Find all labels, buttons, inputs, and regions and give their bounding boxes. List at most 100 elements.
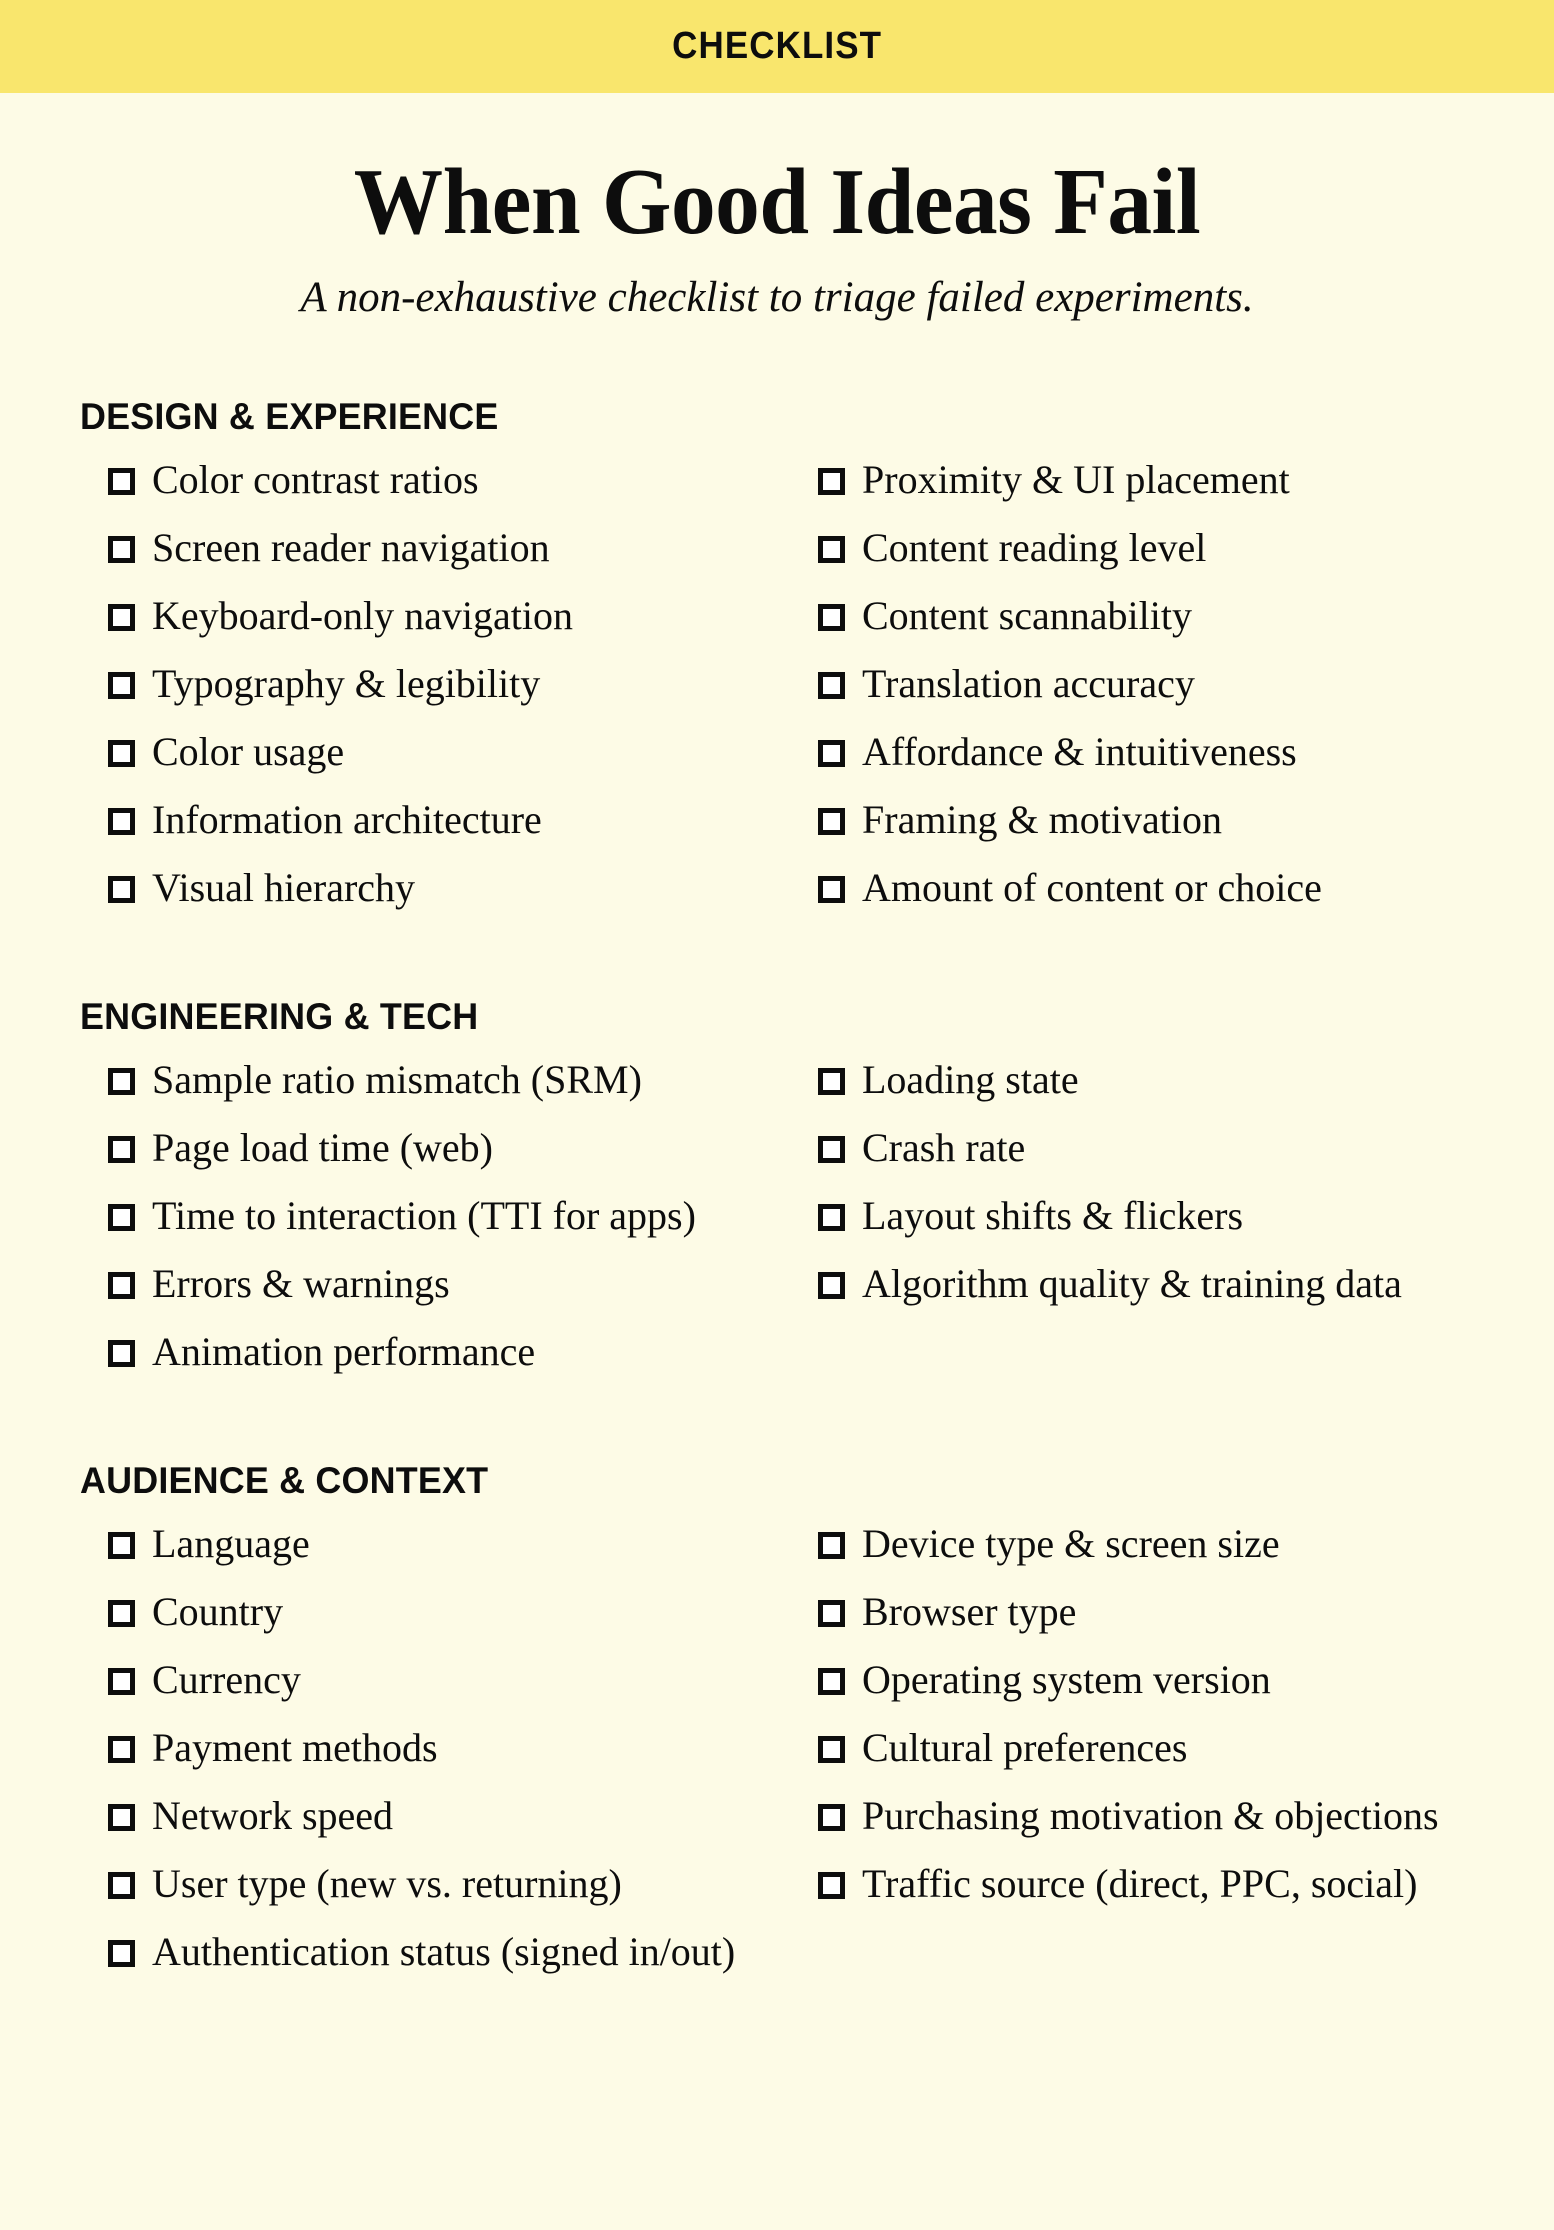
checkbox-icon[interactable] bbox=[108, 1804, 135, 1832]
checklist-item-label: Loading state bbox=[862, 1057, 1079, 1103]
checklist-item[interactable]: Framing & motivation bbox=[818, 792, 1476, 860]
checklist-item[interactable]: Currency bbox=[108, 1652, 818, 1720]
checklist-item[interactable]: Content scannability bbox=[818, 588, 1476, 656]
checklist-item-label: Color usage bbox=[152, 729, 345, 775]
checklist-item[interactable]: Browser type bbox=[818, 1584, 1476, 1652]
checkbox-icon[interactable] bbox=[818, 1804, 845, 1832]
checkbox-icon[interactable] bbox=[108, 1668, 135, 1696]
checklist-item[interactable]: Animation performance bbox=[108, 1324, 818, 1392]
checkbox-icon[interactable] bbox=[108, 468, 135, 496]
checklist-item[interactable]: Language bbox=[108, 1516, 818, 1584]
checkbox-icon[interactable] bbox=[108, 808, 135, 836]
checklist-item-label: Cultural preferences bbox=[862, 1725, 1188, 1771]
checkbox-icon[interactable] bbox=[818, 808, 845, 836]
checkbox-icon[interactable] bbox=[108, 1532, 135, 1560]
checkbox-icon[interactable] bbox=[108, 672, 135, 700]
checklist-item[interactable]: Visual hierarchy bbox=[108, 860, 818, 928]
checklist-item[interactable]: Affordance & intuitiveness bbox=[818, 724, 1476, 792]
checklist-item-label: Typography & legibility bbox=[152, 661, 541, 707]
checkbox-icon[interactable] bbox=[818, 876, 845, 904]
checklist-item-label: Language bbox=[152, 1521, 310, 1567]
checklist-item[interactable]: Device type & screen size bbox=[818, 1516, 1476, 1584]
checkbox-icon[interactable] bbox=[108, 1136, 135, 1164]
checklist-item-label: Framing & motivation bbox=[862, 797, 1222, 843]
checklist-item[interactable]: Errors & warnings bbox=[108, 1256, 818, 1324]
checklist-item-label: Algorithm quality & training data bbox=[862, 1261, 1402, 1307]
checkbox-icon[interactable] bbox=[818, 1872, 845, 1900]
checklist-item-label: Operating system version bbox=[862, 1657, 1271, 1703]
checkbox-icon[interactable] bbox=[818, 468, 845, 496]
checkbox-icon[interactable] bbox=[108, 1272, 135, 1300]
checklist-item-label: Crash rate bbox=[862, 1125, 1026, 1171]
checklist-item[interactable]: Screen reader navigation bbox=[108, 520, 818, 588]
checkbox-icon[interactable] bbox=[108, 1340, 135, 1368]
checklist-item[interactable]: Loading state bbox=[818, 1052, 1476, 1120]
checkbox-icon[interactable] bbox=[108, 1068, 135, 1096]
checkbox-icon[interactable] bbox=[108, 1940, 135, 1968]
checklist-item[interactable]: Time to interaction (TTI for apps) bbox=[108, 1188, 818, 1256]
checklist-item[interactable]: Sample ratio mismatch (SRM) bbox=[108, 1052, 818, 1120]
checklist-item[interactable]: Algorithm quality & training data bbox=[818, 1256, 1476, 1324]
checkbox-icon[interactable] bbox=[818, 1272, 845, 1300]
checklist-item-label: Authentication status (signed in/out) bbox=[152, 1929, 736, 1975]
checkbox-icon[interactable] bbox=[818, 1204, 845, 1232]
checkbox-icon[interactable] bbox=[108, 536, 135, 564]
checklist-item[interactable]: Country bbox=[108, 1584, 818, 1652]
checklist-item[interactable]: User type (new vs. returning) bbox=[108, 1856, 818, 1924]
section-columns: Language Country Currency Payment methods Ne… bbox=[108, 1516, 1476, 1992]
checklist-item[interactable]: Authentication status (signed in/out) bbox=[108, 1924, 818, 1992]
checklist-column-left: Sample ratio mismatch (SRM) Page load tim… bbox=[108, 1052, 818, 1392]
checkbox-icon[interactable] bbox=[108, 1872, 135, 1900]
checkbox-icon[interactable] bbox=[108, 740, 135, 768]
checklist-item[interactable]: Layout shifts & flickers bbox=[818, 1188, 1476, 1256]
checklist-item-label: Screen reader navigation bbox=[152, 525, 550, 571]
checkbox-icon[interactable] bbox=[108, 1600, 135, 1628]
checklist-item-label: Currency bbox=[152, 1657, 301, 1703]
checkbox-icon[interactable] bbox=[818, 1136, 845, 1164]
checklist-item-label: Page load time (web) bbox=[152, 1125, 493, 1171]
checkbox-icon[interactable] bbox=[108, 1204, 135, 1232]
checklist-item-label: Information architecture bbox=[152, 797, 542, 843]
checklist-item[interactable]: Crash rate bbox=[818, 1120, 1476, 1188]
checklist-item[interactable]: Cultural preferences bbox=[818, 1720, 1476, 1788]
checkbox-icon[interactable] bbox=[108, 876, 135, 904]
checkbox-icon[interactable] bbox=[818, 1068, 845, 1096]
checklist-item[interactable]: Translation accuracy bbox=[818, 656, 1476, 724]
checklist-item-label: Color contrast ratios bbox=[152, 457, 479, 503]
checkbox-icon[interactable] bbox=[818, 604, 845, 632]
checklist-section: AUDIENCE & CONTEXT Language Country Currenc… bbox=[80, 1460, 1476, 1992]
checkbox-icon[interactable] bbox=[818, 1736, 845, 1764]
checklist-item-label: Device type & screen size bbox=[862, 1521, 1280, 1567]
checklist-item[interactable]: Payment methods bbox=[108, 1720, 818, 1788]
checklist-item[interactable]: Network speed bbox=[108, 1788, 818, 1856]
checklist-item[interactable]: Color contrast ratios bbox=[108, 452, 818, 520]
checkbox-icon[interactable] bbox=[818, 672, 845, 700]
checklist-item-label: Errors & warnings bbox=[152, 1261, 450, 1307]
checklist-item[interactable]: Color usage bbox=[108, 724, 818, 792]
kicker-label: CHECKLIST bbox=[672, 25, 882, 67]
checkbox-icon[interactable] bbox=[818, 536, 845, 564]
checklist-item[interactable]: Keyboard-only navigation bbox=[108, 588, 818, 656]
checklist-item-label: Content reading level bbox=[862, 525, 1207, 571]
checklist-column-right: Loading state Crash rate Layout shifts & f… bbox=[818, 1052, 1476, 1392]
checkbox-icon[interactable] bbox=[108, 604, 135, 632]
checklist-item-label: Network speed bbox=[152, 1793, 394, 1839]
checklist-item[interactable]: Operating system version bbox=[818, 1652, 1476, 1720]
checklist-item[interactable]: Amount of content or choice bbox=[818, 860, 1476, 928]
checkbox-icon[interactable] bbox=[108, 1736, 135, 1764]
checklist-column-left: Color contrast ratios Screen reader navig… bbox=[108, 452, 818, 928]
checklist-item[interactable]: Traffic source (direct, PPC, social) bbox=[818, 1856, 1476, 1924]
checklist-item[interactable]: Purchasing motivation & objections bbox=[818, 1788, 1476, 1856]
section-columns: Color contrast ratios Screen reader navig… bbox=[108, 452, 1476, 928]
checkbox-icon[interactable] bbox=[818, 1668, 845, 1696]
checkbox-icon[interactable] bbox=[818, 740, 845, 768]
checklist-item[interactable]: Proximity & UI placement bbox=[818, 452, 1476, 520]
checkbox-icon[interactable] bbox=[818, 1532, 845, 1560]
checklist-item[interactable]: Information architecture bbox=[108, 792, 818, 860]
checklist-item-label: Time to interaction (TTI for apps) bbox=[152, 1193, 696, 1239]
checklist-item-label: Animation performance bbox=[152, 1329, 536, 1375]
checklist-item[interactable]: Typography & legibility bbox=[108, 656, 818, 724]
checklist-item[interactable]: Page load time (web) bbox=[108, 1120, 818, 1188]
checklist-item[interactable]: Content reading level bbox=[818, 520, 1476, 588]
checkbox-icon[interactable] bbox=[818, 1600, 845, 1628]
